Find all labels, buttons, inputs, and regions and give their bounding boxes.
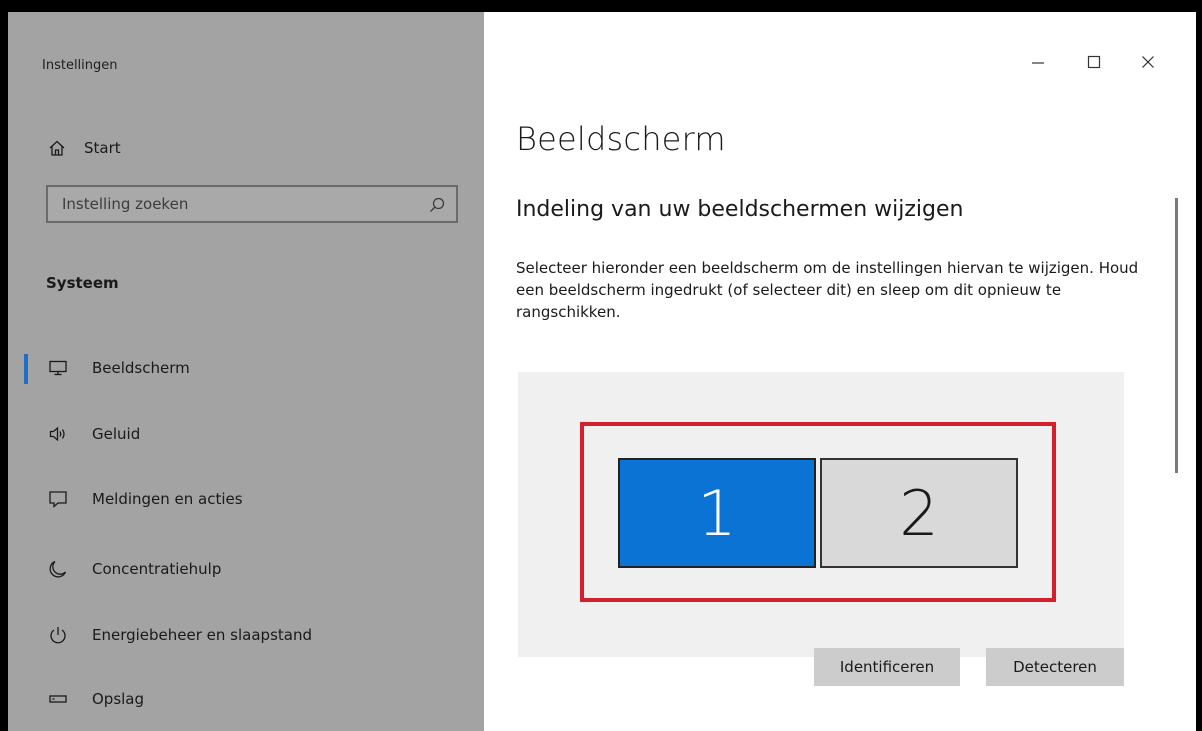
page-title: Beeldscherm	[516, 120, 726, 158]
minimize-icon	[1032, 62, 1044, 64]
moon-icon	[48, 559, 68, 579]
section-heading: Systeem	[46, 274, 119, 292]
settings-window: Instellingen Start Systeem	[8, 12, 1196, 731]
description-text: Selecteer hieronder een beeldscherm om d…	[516, 259, 1139, 321]
search-box[interactable]	[46, 185, 458, 223]
home-icon	[48, 139, 66, 157]
maximize-button[interactable]	[1076, 48, 1112, 76]
speaker-icon	[48, 424, 68, 444]
sidebar-item-geluid[interactable]: Geluid	[8, 414, 484, 454]
section-subtitle: Indeling van uw beeldschermen wijzigen	[516, 197, 964, 222]
identify-button[interactable]: Identificeren	[814, 648, 960, 686]
sidebar-item-label: Energiebeheer en slaapstand	[92, 626, 312, 644]
monitor-2-tile[interactable]: 2	[820, 458, 1018, 568]
sidebar-item-label: Meldingen en acties	[92, 490, 243, 508]
app-title: Instellingen	[42, 58, 118, 73]
search-icon[interactable]	[428, 196, 446, 214]
sidebar-item-label: Beeldscherm	[92, 359, 190, 377]
display-arrangement-area[interactable]: 1 2	[518, 372, 1124, 657]
power-icon	[48, 625, 68, 645]
detect-button[interactable]: Detecteren	[986, 648, 1124, 686]
sidebar: Instellingen Start Systeem	[8, 12, 484, 731]
close-button[interactable]	[1130, 48, 1166, 76]
sidebar-home-label: Start	[84, 139, 121, 157]
sidebar-item-label: Opslag	[92, 690, 145, 708]
sidebar-item-label: Geluid	[92, 425, 141, 443]
notification-icon	[48, 489, 68, 509]
search-input[interactable]	[62, 187, 402, 221]
close-icon	[1142, 56, 1154, 68]
sidebar-item-concentratiehulp[interactable]: Concentratiehulp	[8, 549, 484, 589]
storage-icon	[48, 689, 68, 709]
main-panel: Beeldscherm Indeling van uw beeldscherme…	[484, 12, 1196, 731]
sidebar-item-beeldscherm[interactable]: Beeldscherm	[8, 348, 484, 388]
minimize-button[interactable]	[1020, 48, 1056, 76]
sidebar-item-opslag[interactable]: Opslag	[8, 679, 484, 719]
sidebar-home-link[interactable]: Start	[48, 134, 121, 162]
sidebar-item-label: Concentratiehulp	[92, 560, 222, 578]
sidebar-item-meldingen[interactable]: Meldingen en acties	[8, 479, 484, 519]
monitor-icon	[48, 358, 68, 378]
scrollbar[interactable]	[1175, 198, 1178, 473]
monitor-1-tile[interactable]: 1	[618, 458, 816, 568]
maximize-icon	[1087, 55, 1101, 69]
sidebar-item-energiebeheer[interactable]: Energiebeheer en slaapstand	[8, 615, 484, 655]
